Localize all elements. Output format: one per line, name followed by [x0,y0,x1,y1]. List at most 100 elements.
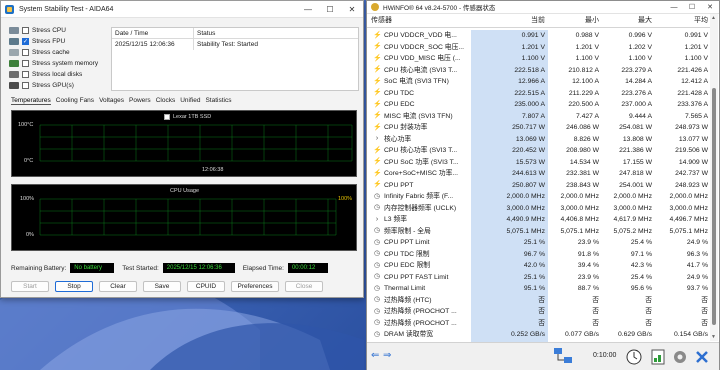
max-value: 4,617.9 MHz [613,216,652,223]
avg-value: 2,000.0 MHz [669,193,708,200]
tab-clocks[interactable]: Clocks [156,97,176,105]
scroll-down-icon[interactable]: ▼ [711,334,716,340]
tab-statistics[interactable]: Statistics [205,97,231,105]
stress-fpu-checkbox[interactable]: ✓ [22,38,29,45]
settings-icon[interactable] [671,348,689,366]
sensor-row[interactable]: ◷ 内存控制器频率 (UCLK) 3,000.0 MHz 3,000.0 MHz 3,0… [367,202,711,214]
sensor-row[interactable]: ⚡ CPU 封装功率 250.717 W 246.086 W 254.081 W 248.… [367,122,711,134]
network-icon[interactable] [553,347,573,365]
stress-disks-option[interactable]: Stress local disks [9,69,104,80]
sensor-row[interactable]: ◷ 过热降频 (HTC) 否否否否 [367,294,711,306]
close-icon[interactable]: ✕ [341,1,363,17]
stress-cache-option[interactable]: Stress cache [9,47,104,58]
sensor-row[interactable]: ◷ Infinity Fabric 频率 (F... 2,000.0 MHz 2,00… [367,191,711,203]
stress-fpu-option[interactable]: ✓ Stress FPU [9,36,104,47]
clear-button[interactable]: Clear [99,281,137,292]
sensor-row[interactable]: ⚡ CPU PPT 250.807 W 238.843 W 254.001 W 248.9… [367,179,711,191]
sensor-row[interactable]: ◷ Thermal Limit 95.1 % 88.7 % 95.6 % 93.7 % [367,283,711,295]
expand-chevron-icon[interactable]: › [373,135,381,143]
header-avg[interactable]: 平均 [655,14,711,27]
stress-cache-checkbox[interactable] [22,49,29,56]
nav-left-icon[interactable]: ⇐ [371,351,381,361]
max-value: 237.000 A [621,101,652,108]
start-button[interactable]: Start [11,281,49,292]
stress-memory-checkbox[interactable] [22,60,29,67]
sensor-row[interactable]: ◷ 频率限制 - 全局 5,075.1 MHz 5,075.1 MHz 5,075.2 … [367,225,711,237]
stress-memory-option[interactable]: Stress system memory [9,58,104,69]
tab-cooling-fans[interactable]: Cooling Fans [56,97,94,105]
log-row[interactable]: 2025/12/15 12:06:36 Stability Test: Star… [112,39,358,50]
avg-value: 248.923 W [675,181,708,189]
log-header-status[interactable]: Status [194,28,215,38]
temp-top-label: 100°C [18,122,34,128]
preferences-button[interactable]: Preferences [231,281,279,292]
tab-unified[interactable]: Unified [180,97,200,105]
save-button[interactable]: Save [143,281,181,292]
tab-voltages[interactable]: Voltages [99,97,124,105]
sensor-row[interactable]: ◷ CPU EDC 限制 42.0 % 39.4 % 42.3 % 41.7 % [367,260,711,272]
sensor-row[interactable]: ⚡ CPU TDC 222.515 A 211.229 A 223.276 A 221.4… [367,87,711,99]
temperature-legend[interactable]: Lexar 1TB SSD [164,114,211,120]
sensor-row[interactable]: ⚡ CPU SoC 功率 (SVI3 T... 15.573 W 14.534 W 17… [367,156,711,168]
cpuid-button[interactable]: CPUID [187,281,225,292]
scrollbar-thumb[interactable] [712,88,716,325]
sensor-row[interactable]: ◷ CPU PPT Limit 25.1 % 23.9 % 25.4 % 24.9 % [367,237,711,249]
minimize-icon[interactable]: — [297,1,319,17]
maximize-icon[interactable]: ☐ [319,1,341,17]
log-row-date: 2025/12/15 12:06:36 [112,39,194,50]
close-button[interactable]: Close [285,281,323,292]
stress-gpu-option[interactable]: Stress GPU(s) [9,80,104,91]
expand-chevron-icon[interactable]: › [373,216,381,224]
sensor-name-cell: ◷ Thermal Limit [367,283,471,295]
report-icon[interactable] [649,348,667,366]
log-header-date[interactable]: Date / Time [112,28,194,38]
stability-log-table[interactable]: Date / Time Status 2025/12/15 12:06:36 S… [111,27,359,91]
tab-powers[interactable]: Powers [129,97,151,105]
nav-right-icon[interactable]: ⇒ [383,351,393,361]
hwinfo-titlebar[interactable]: HWiNFO® 64 v8.24-5700 - 传感器状态 — ☐ ✕ [367,1,719,14]
stop-button[interactable]: Stop [55,281,93,292]
sensor-scrollbar[interactable]: ▲ ▼ [710,14,718,341]
header-sensor[interactable]: 传感器 [367,14,471,27]
stress-disks-checkbox[interactable] [22,71,29,78]
sensor-name: CPU VDD_MISC 电压 (... [384,55,461,62]
legend-checkbox[interactable] [164,114,170,120]
aida64-titlebar[interactable]: System Stability Test - AIDA64 — ☐ ✕ [1,1,363,18]
stress-gpu-checkbox[interactable] [22,82,29,89]
voltage-bolt-icon: ⚡ [373,54,382,62]
timer-value: 0:10:00 [593,352,617,359]
sensor-row[interactable]: ⚡ CPU EDC 235.000 A 220.500 A 237.000 A 233.3… [367,99,711,111]
minimize-icon[interactable]: — [665,1,683,13]
exit-icon[interactable] [693,348,711,366]
stress-cpu-option[interactable]: Stress CPU [9,25,104,36]
sensor-row[interactable]: ⚡ CPU VDD_MISC 电压 (... 1.100 V 1.100 V 1.100… [367,53,711,65]
sensor-row[interactable]: ⚡ CPU 核心功率 (SVI3 T... 220.452 W 208.980 W 22… [367,145,711,157]
header-max[interactable]: 最大 [602,14,655,27]
clock-icon[interactable] [625,348,643,366]
sensor-row[interactable]: ◷ 过热降频 (PROCHOT ... 否否否否 [367,317,711,329]
header-min[interactable]: 最小 [548,14,602,27]
header-current[interactable]: 当前 [471,14,548,27]
sensor-row[interactable]: ◷ CPU TDC 限制 96.7 % 91.8 % 97.1 % 96.3 % [367,248,711,261]
sensor-row[interactable]: ⚡ SoC 电流 (SVI3 TFN) 12.966 A 12.100 A 14.284… [367,76,711,88]
sensor-row[interactable]: ◷ 过热降频 (PROCHOT ... 否否否否 [367,306,711,318]
current-value: 否 [471,306,548,318]
sensor-name-cell: ◷ CPU TDC 限制 [367,249,471,261]
close-icon[interactable]: ✕ [701,1,719,13]
sensor-row[interactable]: ◷ CPU PPT FAST Limit 25.1 % 23.9 % 25.4 % 24.… [367,271,711,283]
sensor-row[interactable]: ⚡ MISC 电流 (SVI3 TFN) 7.807 A 7.427 A 9.444 A… [367,110,711,122]
sensor-row[interactable]: ⚡ CPU VDDCR_VDD 电... 0.991 V 0.988 V 0.996 V… [367,30,711,42]
sensor-row[interactable]: ◷ DRAM 读取带宽 0.252 GB/s 0.077 GB/s 0.629 GB/s… [367,329,711,341]
clock-sensor-icon: ◷ [373,330,381,338]
maximize-icon[interactable]: ☐ [683,1,701,13]
sensor-row[interactable]: › 核心功率 13.069 W 8.826 W 13.808 W 13.077 W [367,133,711,145]
scroll-up-icon[interactable]: ▲ [711,15,716,21]
sensor-row[interactable]: ⚡ CPU 核心电流 (SVI3 T... 222.518 A 210.812 A 22… [367,64,711,76]
stress-gpu-label: Stress GPU(s) [32,82,74,89]
current-value: 15.573 W [471,156,548,168]
sensor-row[interactable]: ⚡ Core+SoC+MISC 功率... 244.613 W 232.381 W 24… [367,168,711,180]
sensor-row[interactable]: › L3 频率 4,490.9 MHz 4,406.8 MHz 4,617.9 MHz 4… [367,214,711,226]
tab-temperatures[interactable]: Temperatures [11,97,51,105]
sensor-row[interactable]: ⚡ CPU VDDCR_SOC 电压... 1.201 V 1.201 V 1.202 … [367,41,711,53]
stress-cpu-checkbox[interactable] [22,27,29,34]
